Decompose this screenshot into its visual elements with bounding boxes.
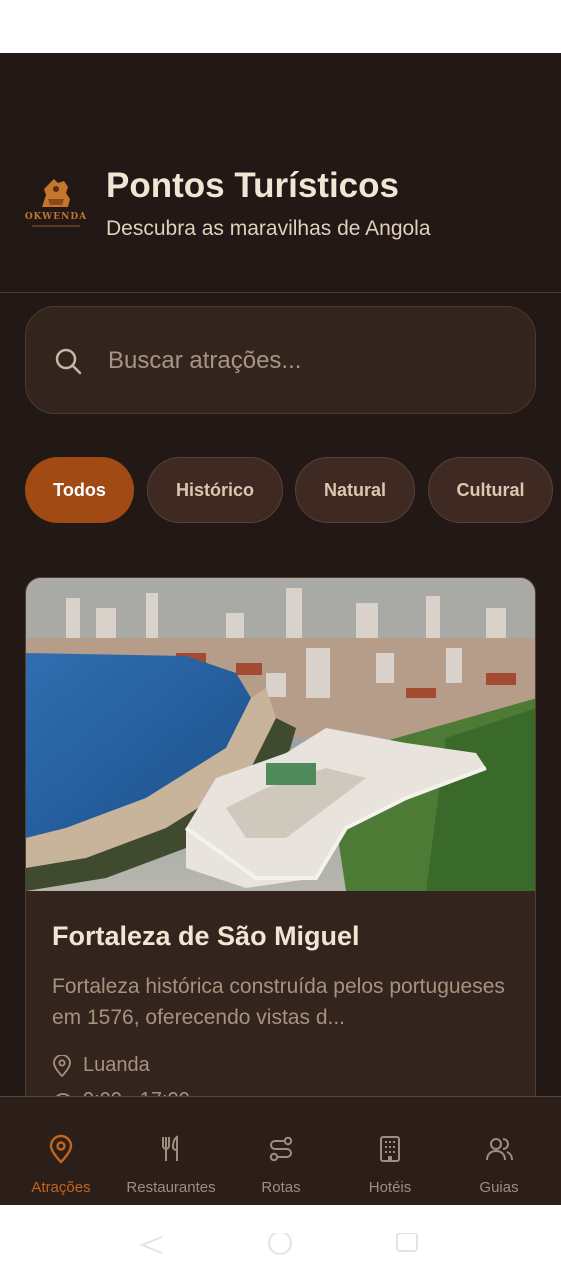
tab-label: Atrações [31,1179,91,1196]
app-screen: OKWENDA Pontos Turísticos Descubra as ma… [0,53,561,1205]
route-icon [269,1136,293,1162]
tab-rotas[interactable]: Rotas [225,1097,337,1205]
logo-underline [32,225,80,227]
status-bar [0,0,561,53]
tab-label: Guias [479,1179,519,1196]
filter-chip-cultural[interactable]: Cultural [428,457,553,523]
logo-figure-icon [42,179,70,207]
filter-chip-todos[interactable]: Todos [25,457,134,523]
page-title: Pontos Turísticos [106,166,399,205]
home-nav-icon[interactable] [266,1233,294,1257]
filter-chip-natural[interactable]: Natural [295,457,415,523]
attraction-photo [26,578,535,891]
search-bar[interactable] [25,306,536,414]
tab-hoteis[interactable]: Hotéis [334,1097,446,1205]
page-subtitle: Descubra as maravilhas de Angola [106,217,431,240]
tab-label: Restaurantes [126,1179,216,1196]
filter-chip-historico[interactable]: Histórico [147,457,283,523]
app-logo: OKWENDA [24,177,88,233]
tab-guias[interactable]: Guias [443,1097,555,1205]
system-navigation-bar [0,1205,561,1280]
tab-restaurantes[interactable]: Restaurantes [115,1097,227,1205]
search-input[interactable] [108,341,508,381]
attraction-description: Fortaleza histórica construída pelos por… [52,975,505,1029]
users-icon [486,1138,513,1161]
logo-wordmark: OKWENDA [24,212,88,222]
attraction-title: Fortaleza de São Miguel [52,921,360,951]
tab-label: Rotas [261,1179,301,1196]
recents-nav-icon[interactable] [394,1233,422,1257]
search-icon [55,348,82,375]
building-icon [380,1136,400,1162]
page-header: OKWENDA Pontos Turísticos Descubra as ma… [0,53,561,293]
bottom-tab-bar: Atrações Restaurantes Rotas Hotéis Guias [0,1096,561,1205]
map-pin-icon [53,1055,71,1077]
back-nav-icon[interactable] [138,1233,166,1257]
tab-atracoes[interactable]: Atrações [5,1097,117,1205]
tab-label: Hotéis [368,1179,412,1196]
category-filters: Todos Histórico Natural Cultural [25,457,561,523]
attraction-location: Luanda [83,1054,150,1076]
map-pin-icon [49,1134,73,1164]
utensils-icon [162,1135,178,1161]
